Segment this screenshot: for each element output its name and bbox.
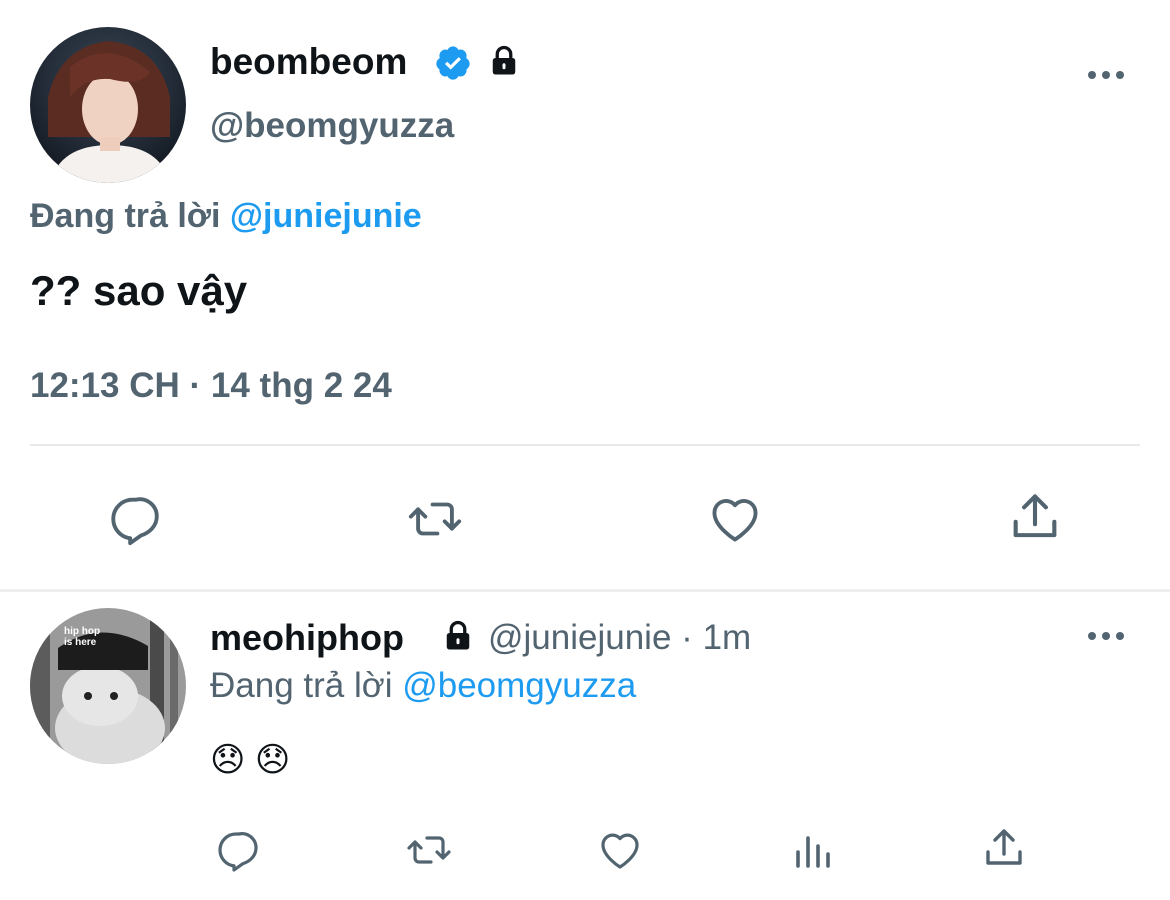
reply-header: meohiphop [210,616,404,660]
verified-badge-icon [434,44,472,82]
replying-to: Đang trả lời @beomgyuzza [210,664,636,708]
user-handle[interactable]: @beomgyuzza [210,104,454,148]
avatar[interactable] [30,27,186,183]
retweet-icon[interactable] [402,826,456,874]
time-ago[interactable]: 1m [703,618,752,657]
tweet-text: 😞 😞 [210,741,291,779]
section-divider [0,589,1170,592]
replying-to-link[interactable]: @juniejunie [230,197,422,235]
divider [30,444,1140,446]
replying-to-link[interactable]: @beomgyuzza [402,666,636,705]
share-icon[interactable] [1006,488,1064,546]
lock-icon [440,618,476,654]
like-icon[interactable] [596,826,644,874]
reply-meta: @juniejunie · 1m [488,616,751,660]
tweet-timestamp[interactable]: 12:13 CH · 14 thg 2 24 [30,364,392,408]
display-name[interactable]: meohiphop [210,617,404,658]
replying-prefix: Đang trả lời [30,197,221,235]
more-options-icon[interactable] [1086,629,1126,643]
lock-icon [486,43,522,79]
meta-separator: · [681,618,693,657]
share-icon[interactable] [980,824,1028,872]
tweet-text: ?? sao vậy [30,267,248,314]
more-options-icon[interactable] [1086,68,1126,82]
reply-icon[interactable] [214,826,262,874]
views-icon[interactable] [790,826,838,874]
avatar[interactable]: hip hop is here [30,608,186,764]
reply-icon[interactable] [106,490,164,548]
like-icon[interactable] [706,490,764,548]
replying-to: Đang trả lời @juniejunie [30,194,422,238]
avatar-cap-text: hip hop is here [64,626,101,648]
user-handle[interactable]: @juniejunie [488,618,671,657]
display-name[interactable]: beombeom [210,40,407,84]
replying-prefix: Đang trả lời [210,666,393,705]
retweet-icon[interactable] [404,490,466,548]
